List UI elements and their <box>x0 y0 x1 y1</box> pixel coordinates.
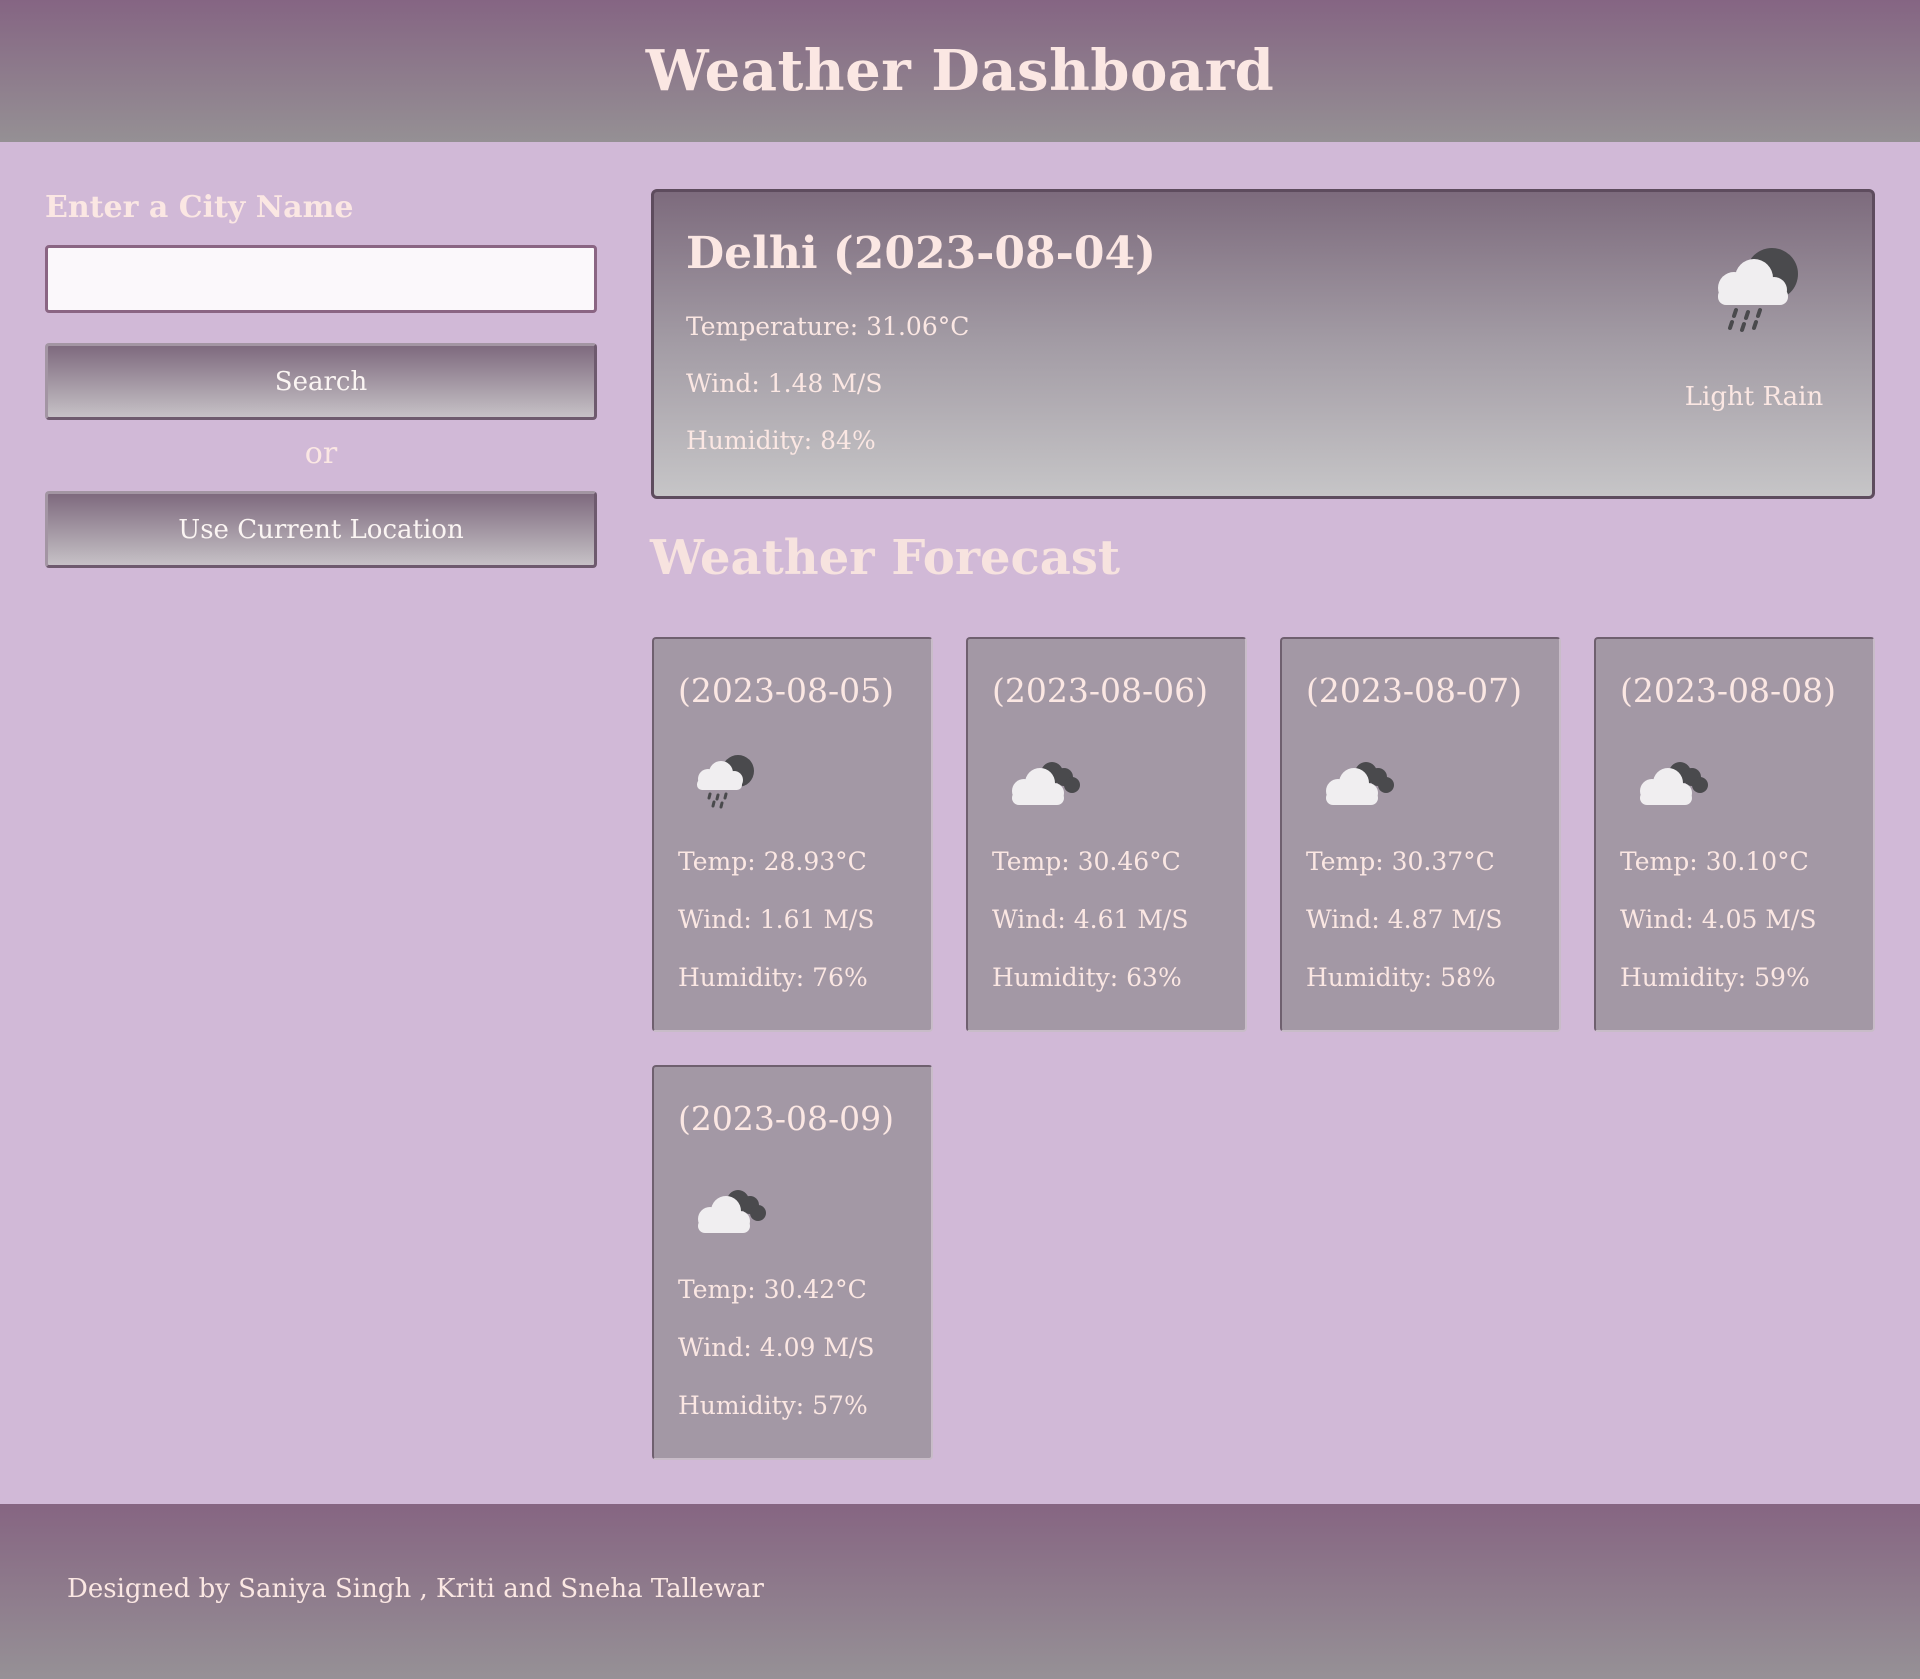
use-current-location-button[interactable]: Use Current Location <box>45 491 597 568</box>
broken-clouds-icon <box>1002 749 1092 819</box>
forecast-title: Weather Forecast <box>650 530 1121 586</box>
or-divider-text: or <box>304 436 338 471</box>
forecast-wind: Wind: 4.05 M/S <box>1620 905 1817 934</box>
forecast-humidity: Humidity: 57% <box>678 1391 868 1420</box>
current-weather-card: Delhi (2023-08-04) Temperature: 31.06°C … <box>651 189 1875 499</box>
broken-clouds-icon <box>1630 749 1720 819</box>
forecast-humidity: Humidity: 76% <box>678 963 868 992</box>
forecast-temp: Temp: 30.42°C <box>678 1275 867 1304</box>
current-humidity: Humidity: 84% <box>686 426 876 455</box>
current-wind: Wind: 1.48 M/S <box>686 369 883 398</box>
forecast-date: (2023-08-07) <box>1306 671 1523 710</box>
forecast-temp: Temp: 30.10°C <box>1620 847 1809 876</box>
footer: Designed by Saniya Singh , Kriti and Sne… <box>0 1504 1920 1679</box>
light-rain-icon <box>1704 242 1814 342</box>
broken-clouds-icon <box>688 1177 778 1247</box>
forecast-humidity: Humidity: 58% <box>1306 963 1496 992</box>
forecast-wind: Wind: 1.61 M/S <box>678 905 875 934</box>
current-weather-description: Light Rain <box>1684 382 1824 412</box>
forecast-card: (2023-08-06) Temp: 30.46°C Wind: 4.61 M/… <box>966 637 1247 1032</box>
forecast-temp: Temp: 30.46°C <box>992 847 1181 876</box>
broken-clouds-icon <box>1316 749 1406 819</box>
forecast-date: (2023-08-06) <box>992 671 1209 710</box>
search-panel: Enter a City Name Search or Use Current … <box>45 190 597 568</box>
header: Weather Dashboard <box>0 0 1920 142</box>
search-button[interactable]: Search <box>45 343 597 420</box>
forecast-wind: Wind: 4.09 M/S <box>678 1333 875 1362</box>
page-title: Weather Dashboard <box>645 38 1275 104</box>
forecast-date: (2023-08-09) <box>678 1099 895 1138</box>
forecast-wind: Wind: 4.87 M/S <box>1306 905 1503 934</box>
footer-credit: Designed by Saniya Singh , Kriti and Sne… <box>67 1574 764 1604</box>
light-rain-icon <box>688 749 778 819</box>
forecast-wind: Wind: 4.61 M/S <box>992 905 1189 934</box>
current-temperature: Temperature: 31.06°C <box>686 312 970 341</box>
forecast-temp: Temp: 28.93°C <box>678 847 867 876</box>
forecast-date: (2023-08-08) <box>1620 671 1837 710</box>
city-input-label: Enter a City Name <box>45 190 354 225</box>
forecast-card: (2023-08-09) Temp: 30.42°C Wind: 4.09 M/… <box>652 1065 933 1460</box>
forecast-card: (2023-08-05) Temp: 28.93°C Wind: 1.61 M/… <box>652 637 933 1032</box>
forecast-card: (2023-08-08) Temp: 30.10°C Wind: 4.05 M/… <box>1594 637 1875 1032</box>
forecast-temp: Temp: 30.37°C <box>1306 847 1495 876</box>
forecast-card: (2023-08-07) Temp: 30.37°C Wind: 4.87 M/… <box>1280 637 1561 1032</box>
forecast-date: (2023-08-05) <box>678 671 895 710</box>
forecast-humidity: Humidity: 59% <box>1620 963 1810 992</box>
current-city-date: Delhi (2023-08-04) <box>686 228 1156 279</box>
forecast-humidity: Humidity: 63% <box>992 963 1182 992</box>
city-search-input[interactable] <box>45 245 597 313</box>
